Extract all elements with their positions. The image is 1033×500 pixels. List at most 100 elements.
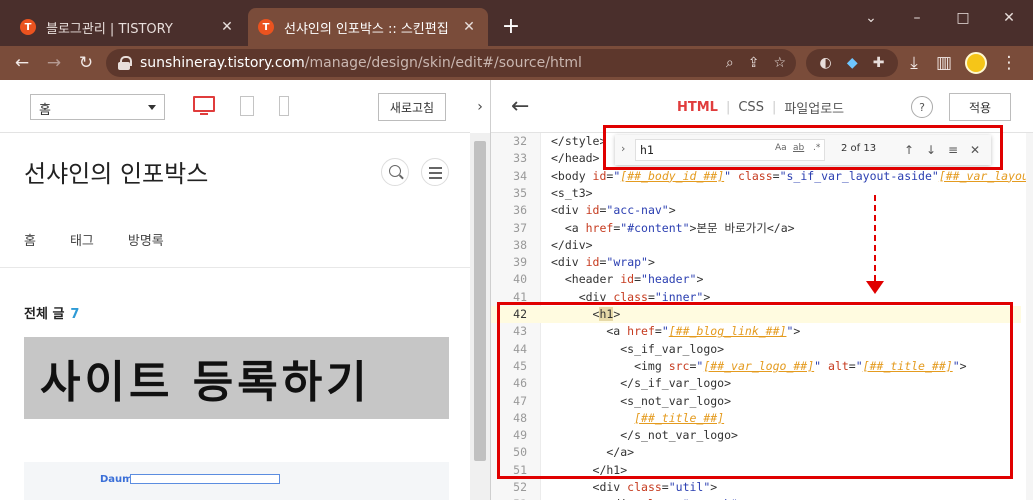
whole-word-icon[interactable]: ab (793, 143, 804, 153)
line-number: 53 (491, 496, 527, 500)
download-icon[interactable]: ⤓ (900, 49, 928, 77)
code-line[interactable]: 42 <h1> (491, 306, 1021, 324)
regex-icon[interactable]: .* (813, 143, 820, 153)
code-line[interactable]: 39 <div id="wrap"> (491, 254, 1021, 271)
code-text: <div id="wrap"> (551, 255, 655, 270)
tab-css[interactable]: CSS (738, 100, 764, 115)
code-line[interactable]: 49 </s_not_var_logo> (491, 427, 1021, 444)
back-icon[interactable]: ← (8, 49, 36, 77)
code-line[interactable]: 37 <a href="#content">본문 바로가기</a> (491, 220, 1021, 237)
editor-scrollbar[interactable] (1026, 133, 1033, 500)
preview-scrollbar[interactable] (470, 133, 490, 500)
code-line[interactable]: 46 </s_if_var_logo> (491, 375, 1021, 392)
nav-home[interactable]: 홈 (24, 230, 36, 249)
code-line[interactable]: 51 </h1> (491, 462, 1021, 479)
code-line[interactable]: 47 <s_not_var_logo> (491, 393, 1021, 410)
desktop-view-icon[interactable] (193, 96, 215, 115)
code-line[interactable]: 53 <div class="search"> (491, 496, 1021, 500)
refresh-button[interactable]: 새로고침 (378, 93, 446, 121)
match-case-icon[interactable]: Aa (775, 143, 787, 153)
code-line[interactable]: 34 <body id="[##_body_id_##]" class="s_if… (491, 168, 1033, 185)
zoom-search-icon[interactable]: ⌕ (726, 55, 734, 71)
window-close-icon[interactable]: ✕ (986, 4, 1032, 32)
more-menu-icon[interactable]: ⋮ (995, 49, 1023, 77)
new-tab-button[interactable]: + (498, 13, 524, 39)
code-line[interactable]: 50 </a> (491, 444, 1021, 461)
tab-file-upload[interactable]: 파일업로드 (784, 98, 844, 117)
nav-guestbook[interactable]: 방명록 (128, 230, 164, 249)
close-icon[interactable]: ✕ (460, 19, 478, 35)
url-path: /manage/design/skin/edit#/source/html (304, 55, 582, 71)
annotation-dashed-line (874, 195, 876, 281)
preview-pane: 홈 새로고침 › 선샤인의 인포박스 홈 태그 방명록 전체 글 7 사이트 등록… (0, 80, 490, 500)
tab-html[interactable]: HTML (677, 100, 718, 115)
line-number: 41 (513, 289, 527, 304)
find-close-icon[interactable]: ✕ (965, 140, 985, 160)
line-number: 40 (513, 272, 527, 287)
extension-diamond-icon[interactable]: ◆ (847, 55, 858, 71)
toggle-replace-chevron-icon[interactable]: › (621, 142, 625, 155)
bookmark-star-icon[interactable]: ☆ (773, 55, 786, 71)
profile-avatar[interactable] (965, 52, 987, 74)
code-line[interactable]: 41 <div class="inner"> (491, 289, 1021, 306)
tab-blog-manage[interactable]: T 블로그관리 | TISTORY ✕ (10, 8, 246, 46)
all-posts-heading: 전체 글 7 (24, 303, 79, 322)
scrollbar-thumb[interactable] (474, 141, 486, 461)
line-number: 45 (513, 358, 527, 373)
previous-match-arrow-up-icon[interactable]: ↑ (899, 140, 919, 160)
thumbnail-search-box (130, 474, 280, 484)
forward-icon[interactable]: → (40, 49, 68, 77)
code-line[interactable]: 52 <div class="util"> (491, 479, 1021, 496)
next-match-arrow-down-icon[interactable]: ↓ (921, 140, 941, 160)
code-line[interactable]: 45 <img src="[##_var_logo_##]" alt="[##_… (491, 358, 1021, 375)
code-text: <header id="header"> (551, 272, 704, 287)
close-icon[interactable]: ✕ (218, 19, 236, 35)
code-editor[interactable]: 32 </style> 33 </head> 34 <body id="[##_body_… (491, 133, 1033, 500)
chevron-down-icon (148, 105, 156, 110)
tab-skin-edit[interactable]: T 선샤인의 인포박스 :: 스킨편집 ✕ (248, 8, 488, 46)
page-select[interactable]: 홈 (30, 94, 165, 120)
tab-separator: | (771, 100, 777, 115)
code-line[interactable]: 40 <header id="header"> (491, 271, 1021, 288)
mobile-view-icon[interactable] (279, 96, 289, 116)
line-number: 43 (513, 324, 527, 339)
address-bar-actions: ⌕ ⇪ ☆ (726, 49, 786, 77)
lock-icon[interactable] (118, 56, 132, 70)
tablet-view-icon[interactable] (240, 96, 254, 116)
line-number: 33 (513, 151, 527, 166)
search-icon[interactable] (381, 158, 409, 186)
code-text: <img src="[##_var_logo_##]" alt="[##_tit… (551, 358, 967, 373)
code-line[interactable]: 44 <s_if_var_logo> (491, 341, 1021, 358)
tab-search-chevron-icon[interactable]: ⌄ (848, 4, 894, 32)
code-text: </s_if_var_logo> (551, 376, 732, 391)
side-panel-icon[interactable]: ▥ (930, 49, 958, 77)
reload-icon[interactable]: ↻ (72, 49, 100, 77)
line-number: 48 (513, 410, 527, 425)
apply-button[interactable]: 적용 (949, 93, 1011, 121)
maximize-icon[interactable]: □ (940, 4, 986, 32)
nav-tag[interactable]: 태그 (70, 230, 94, 249)
code-line[interactable]: 38 </div> (491, 237, 1021, 254)
help-icon[interactable]: ? (911, 96, 933, 118)
back-arrow-icon[interactable]: ← (511, 94, 529, 119)
post-thumbnail-2[interactable]: Daum (24, 462, 449, 500)
code-line[interactable]: 36 <div id="acc-nav"> (491, 202, 1021, 219)
extensions-group: ◐ ◆ ✚ (806, 49, 898, 77)
code-line[interactable]: 43 <a href="[##_blog_link_##]"> (491, 323, 1021, 340)
share-icon[interactable]: ⇪ (748, 55, 760, 71)
code-line[interactable]: 35 <s_t3> (491, 185, 1021, 202)
post-thumbnail[interactable]: 사이트 등록하기 (24, 337, 449, 419)
extensions-puzzle-icon[interactable]: ✚ (873, 55, 885, 71)
find-match-count: 2 of 13 (841, 143, 877, 154)
all-posts-count: 7 (70, 307, 80, 322)
minimize-icon[interactable]: – (894, 4, 940, 32)
collapse-panel-chevron-icon[interactable]: › (470, 80, 490, 133)
address-bar[interactable]: sunshineray.tistory.com/manage/design/sk… (106, 49, 796, 77)
blog-title[interactable]: 선샤인의 인포박스 (24, 154, 208, 189)
editor-tabs: HTML | CSS | 파일업로드 (677, 98, 844, 117)
extension-mouse-icon[interactable]: ◐ (820, 55, 832, 71)
menu-icon[interactable] (421, 158, 449, 186)
find-in-selection-icon[interactable]: ≡ (943, 140, 963, 160)
code-text: </head> (551, 151, 600, 166)
code-line[interactable]: 48 [##_title_##] (491, 410, 1021, 427)
